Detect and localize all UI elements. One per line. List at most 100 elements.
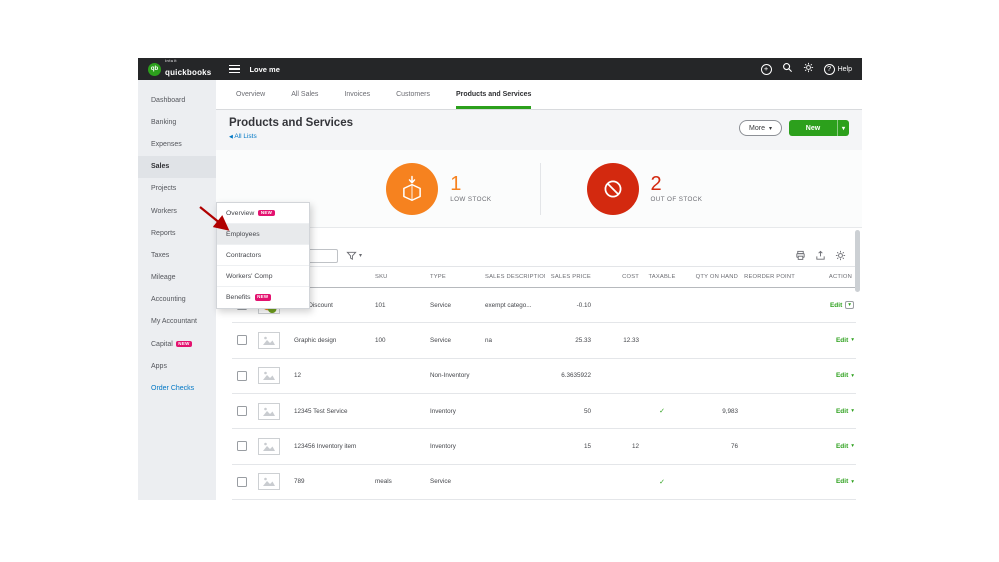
edit-button[interactable]: Edit	[836, 337, 848, 344]
item-name[interactable]: 123456 Inventory item	[294, 443, 375, 450]
sidebar-item-projects[interactable]: Projects	[138, 178, 216, 200]
search-icon[interactable]	[782, 60, 793, 78]
new-dropdown-caret[interactable]: ▾	[836, 120, 849, 136]
more-button[interactable]: More ▾	[739, 120, 782, 136]
item-type: Non-Inventory	[430, 372, 470, 380]
table-row: 10% Discount 101 Service exempt catego..…	[232, 288, 856, 324]
quickbooks-window: qb intuit quickbooks Love me + ? Help Da…	[138, 58, 862, 500]
item-type: Service	[430, 301, 451, 309]
table-row: 12 Non-Inventory 6.3635922 Edit ▾	[232, 359, 856, 394]
col-taxable[interactable]: TAXABLE	[643, 274, 685, 280]
item-type: Service	[430, 336, 451, 344]
tab-all-sales[interactable]: All Sales	[291, 80, 318, 109]
workers-menu-contractors[interactable]: Contractors	[217, 245, 309, 266]
table-body: 10% Discount 101 Service exempt catego..…	[232, 288, 856, 500]
sidebar-item-taxes[interactable]: Taxes	[138, 244, 216, 266]
table-row: 123456 Inventory item Inventory 15 12 76…	[232, 429, 856, 465]
row-checkbox[interactable]	[237, 441, 247, 452]
tab-invoices[interactable]: Invoices	[344, 80, 370, 109]
photo-placeholder-icon	[258, 331, 280, 349]
screenshot-canvas: qb intuit quickbooks Love me + ? Help Da…	[0, 0, 999, 562]
workers-menu-workers-comp[interactable]: Workers' Comp	[217, 266, 309, 287]
filter-button[interactable]: ▾	[346, 250, 362, 261]
photo-placeholder-icon	[258, 437, 280, 455]
main-content: Overview All Sales Invoices Customers Pr…	[216, 80, 862, 500]
sidebar-item-my-accountant[interactable]: My Accountant	[138, 311, 216, 333]
workers-submenu: Overview NEW Employees Contractors Worker…	[216, 202, 310, 309]
table-settings-gear-icon[interactable]	[835, 250, 846, 261]
item-name[interactable]: 12345 Test Service	[294, 408, 375, 415]
edit-dropdown-caret[interactable]: ▾	[851, 408, 854, 414]
export-icon[interactable]	[815, 250, 826, 261]
edit-button[interactable]: Edit	[836, 408, 848, 415]
sidebar-item-mileage[interactable]: Mileage	[138, 267, 216, 289]
item-sales-price: 15	[583, 442, 591, 450]
sidebar-item-apps[interactable]: Apps	[138, 355, 216, 377]
vertical-scrollbar[interactable]	[855, 230, 860, 292]
gear-icon[interactable]	[803, 60, 814, 78]
table-header-row: SKU TYPE SALES DESCRIPTION SALES PRICE C…	[232, 266, 856, 288]
page-header: Products and Services ◀ All Lists More ▾…	[216, 110, 862, 150]
low-stock-label: LOW STOCK	[450, 196, 492, 203]
edit-button[interactable]: Edit	[836, 443, 848, 450]
sidebar-item-dashboard[interactable]: Dashboard	[138, 89, 216, 111]
out-of-stock-tile[interactable]: 2 OUT OF STOCK	[541, 150, 863, 227]
sidebar-item-workers[interactable]: Workers	[138, 200, 216, 222]
sidebar-item-accounting[interactable]: Accounting	[138, 289, 216, 311]
photo-placeholder-icon	[258, 473, 280, 491]
sidebar-item-reports[interactable]: Reports	[138, 222, 216, 244]
item-cost: 12	[631, 442, 639, 450]
all-lists-back-link[interactable]: ◀ All Lists	[229, 133, 353, 140]
workers-menu-employees[interactable]: Employees	[217, 224, 309, 245]
col-qty-on-hand[interactable]: QTY ON HAND	[685, 274, 742, 280]
low-stock-icon	[386, 162, 439, 215]
edit-dropdown-caret[interactable]: ▾	[851, 479, 854, 485]
item-description: na	[485, 336, 493, 344]
col-cost[interactable]: COST	[595, 274, 643, 280]
workers-menu-benefits[interactable]: Benefits NEW	[217, 287, 309, 308]
col-reorder-point[interactable]: REORDER POINT	[742, 274, 799, 280]
intuit-brand-label: intuit	[165, 58, 178, 63]
row-checkbox[interactable]	[237, 406, 247, 417]
item-taxable-check: ✓	[659, 408, 665, 416]
item-name[interactable]: Graphic design	[294, 337, 375, 344]
item-sales-price: 6.3635922	[561, 372, 591, 380]
top-navigation-bar: qb intuit quickbooks Love me + ? Help	[138, 58, 862, 80]
edit-dropdown-caret[interactable]: ▾	[851, 373, 854, 379]
workers-menu-overview[interactable]: Overview NEW	[217, 203, 309, 224]
col-sku[interactable]: SKU	[375, 274, 430, 280]
col-type[interactable]: TYPE	[430, 274, 485, 280]
row-checkbox[interactable]	[237, 335, 247, 346]
tab-overview[interactable]: Overview	[236, 80, 265, 109]
edit-dropdown-caret[interactable]: ▾	[845, 301, 854, 310]
item-type: Service	[430, 478, 451, 486]
sidebar-item-banking[interactable]: Banking	[138, 111, 216, 133]
sidebar-item-expenses[interactable]: Expenses	[138, 133, 216, 155]
new-badge: NEW	[258, 209, 275, 217]
col-action: ACTION	[828, 274, 852, 280]
item-name[interactable]: 12	[294, 372, 375, 379]
row-checkbox[interactable]	[237, 370, 247, 381]
edit-button[interactable]: Edit	[830, 302, 842, 309]
row-checkbox[interactable]	[237, 476, 247, 487]
hamburger-menu-icon[interactable]	[229, 64, 241, 74]
help-button[interactable]: ? Help	[823, 63, 852, 75]
col-sales-description[interactable]: SALES DESCRIPTION	[485, 274, 545, 280]
edit-dropdown-caret[interactable]: ▾	[851, 337, 854, 343]
sidebar-item-capital[interactable]: Capital NEW	[138, 333, 216, 355]
col-sales-price[interactable]: SALES PRICE	[545, 274, 595, 280]
stock-status-tiles: 1 LOW STOCK 2 OUT OF STOCK	[216, 150, 862, 228]
new-button[interactable]: New ▾	[788, 120, 849, 136]
sales-tab-bar: Overview All Sales Invoices Customers Pr…	[216, 80, 862, 110]
tab-customers[interactable]: Customers	[396, 80, 430, 109]
edit-button[interactable]: Edit	[836, 478, 848, 485]
sidebar-item-order-checks[interactable]: Order Checks	[138, 377, 216, 399]
tab-products-and-services[interactable]: Products and Services	[455, 80, 532, 109]
sidebar-item-sales[interactable]: Sales	[138, 155, 216, 178]
print-icon[interactable]	[795, 250, 806, 261]
edit-button[interactable]: Edit	[836, 372, 848, 379]
edit-dropdown-caret[interactable]: ▾	[851, 443, 854, 449]
item-name[interactable]: 789	[294, 478, 375, 485]
help-icon: ?	[823, 63, 835, 75]
create-plus-icon[interactable]: +	[760, 63, 772, 75]
